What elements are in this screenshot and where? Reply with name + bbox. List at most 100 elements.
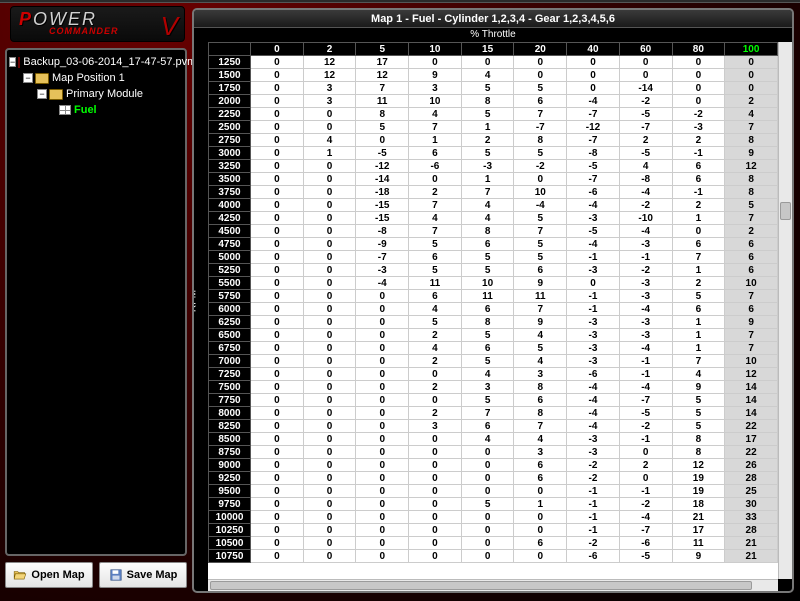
fuel-cell[interactable]: 4: [619, 160, 672, 173]
fuel-cell[interactable]: 2: [409, 186, 462, 199]
fuel-cell[interactable]: -3: [567, 446, 620, 459]
fuel-cell[interactable]: 4: [672, 368, 725, 381]
fuel-cell[interactable]: 0: [303, 316, 356, 329]
fuel-cell[interactable]: -4: [619, 303, 672, 316]
fuel-cell[interactable]: 26: [725, 459, 778, 472]
fuel-cell[interactable]: 6: [672, 160, 725, 173]
fuel-cell[interactable]: 0: [251, 303, 304, 316]
fuel-cell[interactable]: 0: [356, 511, 409, 524]
rpm-header[interactable]: 6500: [209, 329, 251, 342]
fuel-cell[interactable]: -2: [619, 420, 672, 433]
fuel-cell[interactable]: 0: [303, 160, 356, 173]
fuel-cell[interactable]: 0: [514, 69, 567, 82]
fuel-cell[interactable]: -4: [356, 277, 409, 290]
fuel-cell[interactable]: -4: [619, 381, 672, 394]
fuel-cell[interactable]: 0: [251, 329, 304, 342]
fuel-cell[interactable]: -5: [567, 225, 620, 238]
fuel-cell[interactable]: 6: [409, 251, 462, 264]
fuel-cell[interactable]: 0: [619, 69, 672, 82]
fuel-cell[interactable]: 0: [356, 472, 409, 485]
fuel-cell[interactable]: 0: [356, 524, 409, 537]
fuel-cell[interactable]: 0: [303, 446, 356, 459]
vertical-scrollbar[interactable]: [778, 42, 792, 579]
fuel-cell[interactable]: 0: [409, 459, 462, 472]
fuel-cell[interactable]: -10: [619, 212, 672, 225]
fuel-cell[interactable]: 2: [619, 134, 672, 147]
fuel-cell[interactable]: 0: [514, 173, 567, 186]
fuel-cell[interactable]: -1: [619, 485, 672, 498]
rpm-header[interactable]: 10750: [209, 550, 251, 563]
fuel-cell[interactable]: -2: [567, 472, 620, 485]
fuel-cell[interactable]: -1: [567, 498, 620, 511]
fuel-cell[interactable]: -1: [619, 251, 672, 264]
fuel-cell[interactable]: 5: [461, 498, 514, 511]
fuel-cell[interactable]: 6: [514, 95, 567, 108]
fuel-cell[interactable]: -4: [567, 420, 620, 433]
fuel-cell[interactable]: 0: [251, 420, 304, 433]
rpm-header[interactable]: 1250: [209, 56, 251, 69]
fuel-cell[interactable]: 0: [461, 537, 514, 550]
fuel-cell[interactable]: 10: [409, 95, 462, 108]
fuel-cell[interactable]: 0: [356, 342, 409, 355]
fuel-cell[interactable]: 0: [251, 69, 304, 82]
fuel-cell[interactable]: 0: [356, 381, 409, 394]
fuel-cell[interactable]: 0: [303, 368, 356, 381]
throttle-header[interactable]: 15: [461, 43, 514, 56]
fuel-cell[interactable]: -2: [619, 264, 672, 277]
fuel-cell[interactable]: 0: [303, 186, 356, 199]
fuel-cell[interactable]: 0: [251, 212, 304, 225]
fuel-cell[interactable]: -4: [619, 342, 672, 355]
fuel-cell[interactable]: 0: [303, 355, 356, 368]
fuel-cell[interactable]: 1: [461, 121, 514, 134]
fuel-cell[interactable]: 0: [251, 459, 304, 472]
fuel-cell[interactable]: 12: [303, 69, 356, 82]
fuel-cell[interactable]: 8: [672, 446, 725, 459]
fuel-cell[interactable]: 0: [356, 446, 409, 459]
fuel-cell[interactable]: 0: [409, 368, 462, 381]
fuel-cell[interactable]: 2: [725, 225, 778, 238]
fuel-cell[interactable]: 0: [356, 134, 409, 147]
rpm-header[interactable]: 3000: [209, 147, 251, 160]
fuel-cell[interactable]: 2: [672, 277, 725, 290]
fuel-cell[interactable]: 0: [567, 82, 620, 95]
fuel-cell[interactable]: 6: [514, 394, 567, 407]
fuel-cell[interactable]: -3: [619, 277, 672, 290]
fuel-cell[interactable]: 0: [567, 69, 620, 82]
fuel-cell[interactable]: -3: [619, 290, 672, 303]
fuel-cell[interactable]: 8: [514, 381, 567, 394]
fuel-cell[interactable]: 0: [461, 485, 514, 498]
fuel-cell[interactable]: 0: [303, 238, 356, 251]
fuel-cell[interactable]: 0: [251, 134, 304, 147]
fuel-cell[interactable]: 0: [619, 56, 672, 69]
fuel-cell[interactable]: 4: [461, 212, 514, 225]
fuel-cell[interactable]: 7: [672, 355, 725, 368]
fuel-cell[interactable]: 4: [461, 69, 514, 82]
fuel-cell[interactable]: 28: [725, 524, 778, 537]
fuel-cell[interactable]: 0: [514, 524, 567, 537]
fuel-cell[interactable]: -3: [567, 264, 620, 277]
rpm-header[interactable]: 10000: [209, 511, 251, 524]
fuel-cell[interactable]: 0: [725, 82, 778, 95]
throttle-header[interactable]: 60: [619, 43, 672, 56]
fuel-cell[interactable]: 0: [409, 537, 462, 550]
rpm-header[interactable]: 4000: [209, 199, 251, 212]
throttle-header[interactable]: 5: [356, 43, 409, 56]
fuel-cell[interactable]: -6: [567, 186, 620, 199]
rpm-header[interactable]: 9500: [209, 485, 251, 498]
fuel-cell[interactable]: 2: [672, 199, 725, 212]
fuel-cell[interactable]: 2: [409, 329, 462, 342]
fuel-cell[interactable]: 5: [409, 316, 462, 329]
fuel-cell[interactable]: -1: [619, 355, 672, 368]
fuel-cell[interactable]: 0: [461, 56, 514, 69]
fuel-cell[interactable]: 4: [514, 329, 567, 342]
fuel-cell[interactable]: 9: [514, 316, 567, 329]
fuel-cell[interactable]: -4: [567, 407, 620, 420]
fuel-cell[interactable]: 2: [461, 134, 514, 147]
fuel-cell[interactable]: 0: [567, 56, 620, 69]
fuel-cell[interactable]: 0: [251, 524, 304, 537]
fuel-cell[interactable]: 7: [514, 225, 567, 238]
fuel-cell[interactable]: 0: [251, 160, 304, 173]
fuel-cell[interactable]: 0: [251, 95, 304, 108]
fuel-cell[interactable]: 11: [672, 537, 725, 550]
rpm-header[interactable]: 5250: [209, 264, 251, 277]
